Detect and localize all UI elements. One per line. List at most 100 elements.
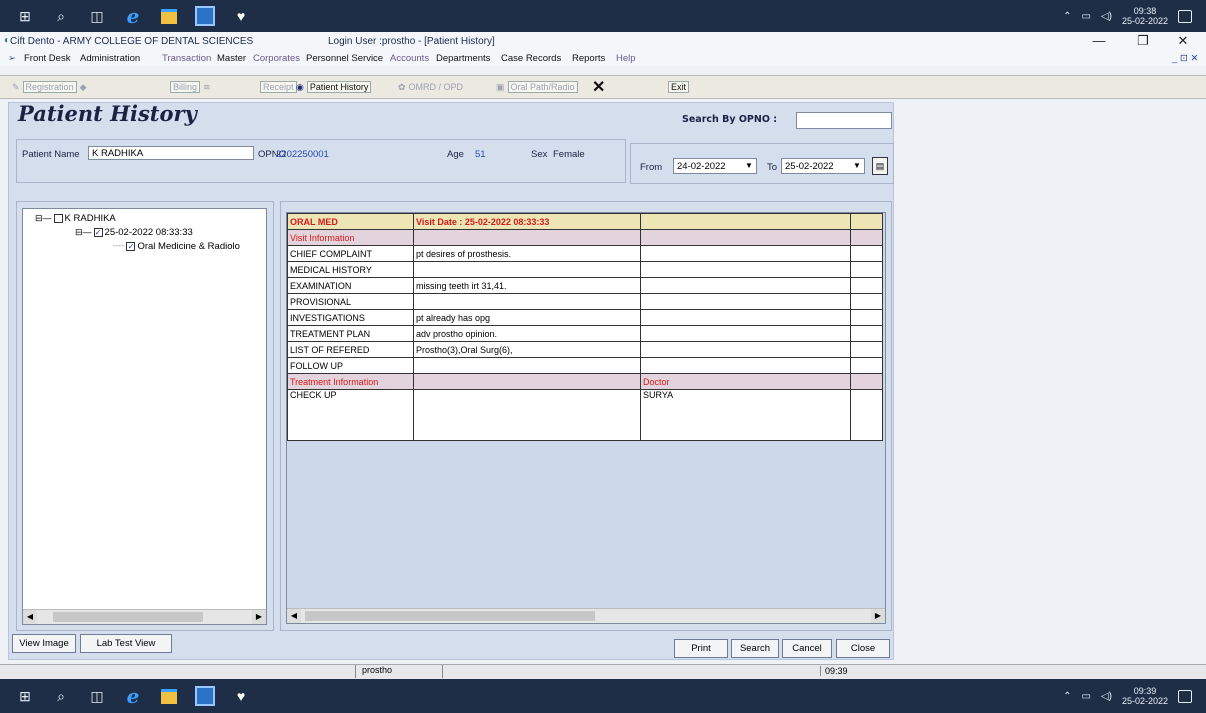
patient-name-field[interactable]: K RADHIKA: [88, 146, 254, 160]
table-row[interactable]: EXAMINATION missing teeth irt 31,41.: [287, 277, 883, 294]
tree-hscrollbar[interactable]: ◀ ▶: [23, 609, 266, 624]
chevron-down-icon[interactable]: ▼: [742, 159, 756, 173]
row-value: pt already has opg: [413, 309, 641, 326]
collapse-icon[interactable]: ⊟—: [75, 227, 92, 238]
tooth-app-icon[interactable]: ♥: [230, 5, 252, 27]
tray-clock[interactable]: 09:39 25-02-2022: [1122, 686, 1168, 706]
menu-transaction[interactable]: Transaction: [162, 53, 211, 64]
menu-reports[interactable]: Reports: [572, 53, 605, 64]
scroll-left-icon[interactable]: ◀: [287, 609, 301, 623]
table-row[interactable]: PROVISIONAL: [287, 293, 883, 310]
scroll-right-icon[interactable]: ▶: [252, 610, 266, 624]
menu-master[interactable]: Master: [217, 53, 246, 64]
close-window-icon[interactable]: ✕: [1166, 33, 1200, 51]
search-opno-input[interactable]: [796, 112, 892, 129]
grid-empty-cell: [850, 293, 883, 310]
close-button[interactable]: Close: [836, 639, 890, 658]
menu-help[interactable]: Help: [616, 53, 636, 64]
table-row[interactable]: FOLLOW UP: [287, 357, 883, 374]
receipt-label: Receipt: [260, 81, 297, 93]
file-explorer-icon[interactable]: [158, 5, 180, 27]
internet-explorer-icon[interactable]: e: [122, 684, 144, 708]
tray-chevron-icon[interactable]: ⌃: [1063, 11, 1071, 22]
table-row[interactable]: CHECK UP SURYA: [287, 389, 883, 441]
root-checkbox[interactable]: [53, 214, 63, 223]
mdi-controls-icon[interactable]: _ ⊡ ✕: [1172, 53, 1198, 64]
menu-arrow-icon: ➢: [8, 53, 16, 64]
search-icon[interactable]: ⌕: [50, 685, 72, 707]
windows-start-icon[interactable]: ⊞: [14, 5, 36, 27]
app-window-icon[interactable]: [194, 685, 216, 707]
view-image-button[interactable]: View Image: [12, 634, 76, 653]
tree-visit-node[interactable]: ⊟— ✓ 25-02-2022 08:33:33: [75, 227, 193, 238]
receipt-button[interactable]: Receipt: [260, 79, 297, 95]
table-row[interactable]: CHIEF COMPLAINT pt desires of prosthesis.: [287, 245, 883, 262]
menu-departments[interactable]: Departments: [436, 53, 490, 64]
menu-administration[interactable]: Administration: [80, 53, 140, 64]
volume-icon[interactable]: ◁): [1101, 691, 1112, 702]
menu-personnel-service[interactable]: Personnel Service: [306, 53, 383, 64]
registration-button[interactable]: ✎ Registration ◆: [12, 79, 87, 95]
app-title: Cift Dento - ARMY COLLEGE OF DENTAL SCIE…: [10, 36, 254, 47]
file-explorer-icon[interactable]: [158, 685, 180, 707]
visit-checkbox[interactable]: ✓: [93, 228, 103, 237]
collapse-icon[interactable]: ⊟—: [35, 213, 52, 224]
scroll-thumb[interactable]: [53, 612, 203, 622]
from-date-value: 24-02-2022: [677, 161, 726, 172]
scroll-left-icon[interactable]: ◀: [23, 610, 37, 624]
search-icon[interactable]: ⌕: [50, 5, 72, 27]
restore-icon[interactable]: ❐: [1126, 33, 1160, 51]
app-window-icon[interactable]: [194, 5, 216, 27]
omrd-button[interactable]: ✿ OMRD / OPD: [398, 79, 463, 95]
network-icon[interactable]: ▭: [1081, 11, 1090, 22]
table-row[interactable]: MEDICAL HISTORY: [287, 261, 883, 278]
patient-history-button[interactable]: ◉ Patient History: [296, 79, 372, 95]
table-row[interactable]: TREATMENT PLAN adv prostho opinion.: [287, 325, 883, 342]
cancel-button[interactable]: Cancel: [782, 639, 832, 658]
lab-test-view-button[interactable]: Lab Test View: [80, 634, 172, 653]
cancel-x-icon[interactable]: ✕: [592, 79, 605, 96]
volume-icon[interactable]: ◁): [1101, 11, 1112, 22]
table-row[interactable]: INVESTIGATIONS pt already has opg: [287, 309, 883, 326]
oral-path-button[interactable]: ▣ Oral Path/Radio: [496, 79, 578, 95]
scroll-thumb[interactable]: [305, 611, 595, 621]
doctor-header-cell: Doctor: [640, 373, 851, 390]
grid-empty-cell: [413, 229, 641, 246]
to-date-select[interactable]: 25-02-2022 ▼: [781, 158, 865, 174]
registration-label: Registration: [22, 81, 77, 93]
tray-chevron-icon[interactable]: ⌃: [1063, 691, 1071, 702]
status-user: prostho: [355, 665, 443, 678]
calendar-icon[interactable]: ▤: [872, 157, 888, 175]
search-button[interactable]: Search: [731, 639, 779, 658]
tray-clock[interactable]: 09:38 25-02-2022: [1122, 6, 1168, 26]
print-button[interactable]: Print: [674, 639, 728, 658]
grid-hscrollbar[interactable]: ◀ ▶: [287, 608, 885, 623]
notification-icon[interactable]: [1178, 689, 1192, 703]
grid-empty-cell: [640, 341, 851, 358]
internet-explorer-icon[interactable]: e: [122, 4, 144, 28]
menu-front-desk[interactable]: Front Desk: [24, 53, 70, 64]
table-row[interactable]: LIST OF REFERED Prostho(3),Oral Surg(6),: [287, 341, 883, 358]
billing-button[interactable]: Billing ≋: [170, 79, 211, 95]
row-label: LIST OF REFERED: [287, 341, 414, 358]
from-date-select[interactable]: 24-02-2022 ▼: [673, 158, 757, 174]
exit-button[interactable]: Exit: [668, 79, 690, 95]
menu-corporates[interactable]: Corporates: [253, 53, 300, 64]
chevron-down-icon[interactable]: ▼: [850, 159, 864, 173]
row-label: INVESTIGATIONS: [287, 309, 414, 326]
menu-case-records[interactable]: Case Records: [501, 53, 561, 64]
windows-start-icon[interactable]: ⊞: [14, 685, 36, 707]
tree-root[interactable]: ⊟— K RADHIKA: [35, 213, 116, 224]
notification-icon[interactable]: [1178, 9, 1192, 23]
menu-bar: ➢ Front Desk Administration Transaction …: [0, 52, 1206, 66]
tooth-app-icon[interactable]: ♥: [230, 685, 252, 707]
minimize-icon[interactable]: —: [1082, 33, 1116, 51]
scroll-right-icon[interactable]: ▶: [871, 609, 885, 623]
tree-dept-node[interactable]: ┈┈ ✓ Oral Medicine & Radiolo: [113, 241, 240, 252]
task-view-icon[interactable]: ◫: [86, 5, 108, 27]
dept-checkbox[interactable]: ✓: [126, 242, 136, 251]
network-icon[interactable]: ▭: [1081, 691, 1090, 702]
task-view-icon[interactable]: ◫: [86, 685, 108, 707]
visit-tree: ⊟— K RADHIKA ⊟— ✓ 25-02-2022 08:33:33 ┈┈ ✓…: [22, 208, 267, 625]
menu-accounts[interactable]: Accounts: [390, 53, 429, 64]
